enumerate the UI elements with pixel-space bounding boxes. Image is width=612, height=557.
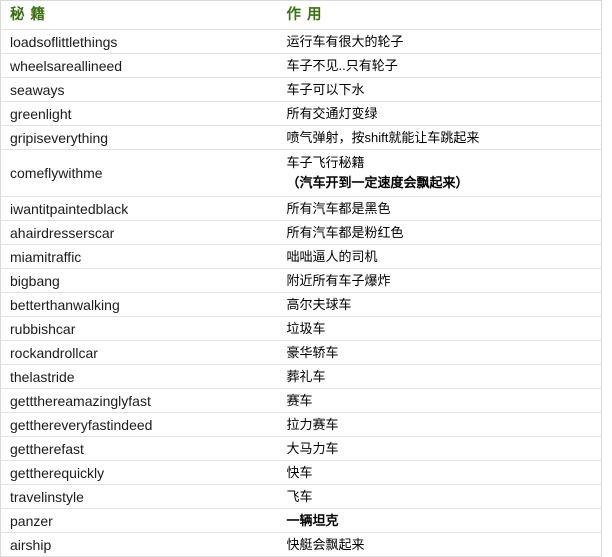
cheat-effect-cell: 垃圾车 (277, 316, 602, 341)
cheat-effect-line: 一辆坦克 (286, 512, 339, 528)
cheat-effect-cell: 咄咄逼人的司机 (277, 244, 602, 269)
cheat-effect-line: 所有交通灯变绿 (286, 105, 378, 121)
cheat-code-cell: gettherequickly (0, 460, 278, 485)
cheat-effect-line: 附近所有车子爆炸 (286, 272, 391, 288)
cheat-effect-line: 垃圾车 (286, 320, 326, 336)
cheat-effect-cell: 大马力车 (277, 436, 602, 461)
cheat-effect-cell: 赛车 (277, 388, 602, 413)
table-row: bigbang 附近所有车子爆炸 (0, 268, 602, 293)
cheat-effect-line: 飞车 (286, 488, 313, 504)
table-body: loadsoflittlethings 运行车有很大的轮子 wheelsareall… (0, 29, 602, 557)
cheat-effect-cell: 快车 (277, 460, 602, 485)
cheat-code-cell: betterthanwalking (0, 292, 278, 317)
cheat-effect-cell: 运行车有很大的轮子 (277, 29, 602, 54)
column-header-code: 秘 籍 (0, 0, 278, 30)
table-row: airship 快艇会飘起来 (0, 532, 602, 557)
table-row: gettherefast 大马力车 (0, 436, 602, 461)
table-row: gettthereamazinglyfast 赛车 (0, 388, 602, 413)
cheat-code-cell: rockandrollcar (0, 340, 278, 365)
table-row: rockandrollcar 豪华轿车 (0, 340, 602, 365)
cheat-effect-cell: 一辆坦克 (277, 508, 602, 533)
cheat-effect-cell: 飞车 (277, 484, 602, 509)
cheat-effect-line: 运行车有很大的轮子 (286, 33, 404, 49)
cheat-effect-line: 赛车 (286, 392, 313, 408)
cheat-effect-cell: 车子飞行秘籍 （汽车开到一定速度会飘起来） (277, 149, 602, 197)
cheat-code-cell: gettherefast (0, 436, 278, 461)
table-header-row: 秘 籍 作 用 (0, 0, 602, 30)
cheat-code-cell: comeflywithme (0, 149, 278, 197)
cheat-effect-line: 所有汽车都是黑色 (286, 200, 391, 216)
cheat-effect-cell: 高尔夫球车 (277, 292, 602, 317)
cheat-code-cell: panzer (0, 508, 278, 533)
cheat-effect-cell: 附近所有车子爆炸 (277, 268, 602, 293)
cheat-effect-line-secondary: （汽车开到一定速度会飘起来） (286, 175, 469, 190)
table-row: miamitraffic 咄咄逼人的司机 (0, 244, 602, 269)
cheat-code-cell: greenlight (0, 101, 278, 126)
table-row: comeflywithme 车子飞行秘籍 （汽车开到一定速度会飘起来） (0, 149, 602, 197)
cheat-effect-cell: 葬礼车 (277, 364, 602, 389)
column-header-effect: 作 用 (277, 0, 602, 30)
cheat-code-cell: ahairdresserscar (0, 220, 278, 245)
cheat-effect-line: 车子飞行秘籍 (286, 155, 365, 170)
cheat-codes-table: 秘 籍 作 用 loadsoflittlethings 运行车有很大的轮子 whee… (0, 0, 602, 557)
table-row: greenlight 所有交通灯变绿 (0, 101, 602, 126)
cheat-code-cell: wheelsareallineed (0, 53, 278, 78)
cheat-effect-cell: 喷气弹射，按shift就能让车跳起来 (277, 125, 602, 150)
cheat-code-cell: gettthereamazinglyfast (0, 388, 278, 413)
cheat-code-cell: airship (0, 532, 278, 557)
table-row: ahairdresserscar 所有汽车都是粉红色 (0, 220, 602, 245)
cheat-effect-line: 高尔夫球车 (286, 296, 352, 312)
table-row: travelinstyle 飞车 (0, 484, 602, 509)
cheat-effect-cell: 快艇会飘起来 (277, 532, 602, 557)
cheat-effect-cell: 所有汽车都是粉红色 (277, 220, 602, 245)
cheat-code-cell: seaways (0, 77, 278, 102)
cheat-code-cell: miamitraffic (0, 244, 278, 269)
table-row: wheelsareallineed 车子不见..只有轮子 (0, 53, 602, 78)
table-row: loadsoflittlethings 运行车有很大的轮子 (0, 29, 602, 54)
cheat-effect-line: 大马力车 (286, 440, 339, 456)
cheat-effect-cell: 豪华轿车 (277, 340, 602, 365)
cheat-effect-cell: 所有交通灯变绿 (277, 101, 602, 126)
cheat-effect-line: 葬礼车 (286, 368, 326, 384)
cheat-effect-line: 车子不见..只有轮子 (286, 57, 398, 73)
cheat-effect-cell: 所有汽车都是黑色 (277, 196, 602, 221)
cheat-effect-cell: 拉力赛车 (277, 412, 602, 437)
cheat-code-cell: loadsoflittlethings (0, 29, 278, 54)
table-row: gripiseverything 喷气弹射，按shift就能让车跳起来 (0, 125, 602, 150)
cheat-code-cell: bigbang (0, 268, 278, 293)
table-row: seaways 车子可以下水 (0, 77, 602, 102)
cheat-code-cell: rubbishcar (0, 316, 278, 341)
table-row: getthereveryfastindeed 拉力赛车 (0, 412, 602, 437)
table-row: panzer 一辆坦克 (0, 508, 602, 533)
cheat-code-cell: getthereveryfastindeed (0, 412, 278, 437)
table-row: thelastride 葬礼车 (0, 364, 602, 389)
cheat-effect-line: 快艇会飘起来 (286, 536, 365, 552)
cheat-effect-cell: 车子不见..只有轮子 (277, 53, 602, 78)
table-row: rubbishcar 垃圾车 (0, 316, 602, 341)
table-row: gettherequickly 快车 (0, 460, 602, 485)
cheat-code-cell: iwantitpaintedblack (0, 196, 278, 221)
cheat-code-cell: travelinstyle (0, 484, 278, 509)
cheat-effect-line: 咄咄逼人的司机 (286, 248, 378, 264)
cheat-effect-line: 车子可以下水 (286, 81, 365, 97)
cheat-effect-line: 快车 (286, 464, 313, 480)
cheat-code-cell: gripiseverything (0, 125, 278, 150)
cheat-effect-line: 喷气弹射，按shift就能让车跳起来 (286, 129, 480, 145)
cheat-effect-line: 拉力赛车 (286, 416, 339, 432)
cheat-effect-cell: 车子可以下水 (277, 77, 602, 102)
table-row: iwantitpaintedblack 所有汽车都是黑色 (0, 196, 602, 221)
cheat-code-cell: thelastride (0, 364, 278, 389)
cheat-effect-line: 豪华轿车 (286, 344, 339, 360)
table-header: 秘 籍 作 用 (0, 0, 602, 30)
table-row: betterthanwalking 高尔夫球车 (0, 292, 602, 317)
cheat-effect-line: 所有汽车都是粉红色 (286, 224, 404, 240)
